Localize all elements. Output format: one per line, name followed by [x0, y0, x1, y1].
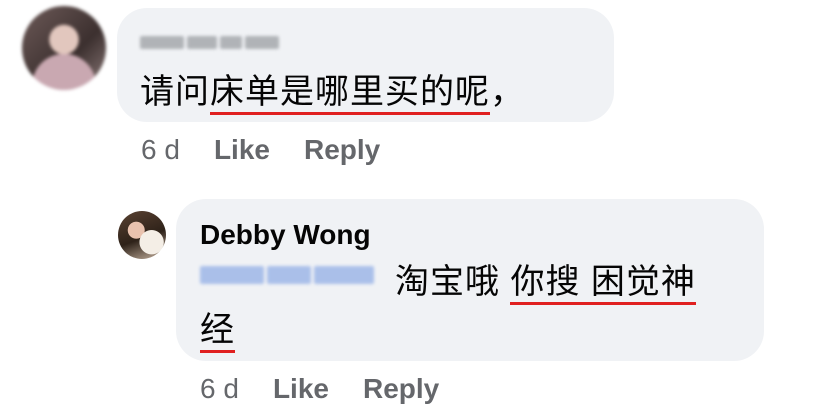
comment-text-suffix: ，	[490, 73, 525, 111]
reply-text-highlight: 你搜 困觉神	[510, 263, 696, 305]
reply-button[interactable]: Reply	[304, 134, 380, 166]
reply-text-line1: 淘宝哦 你搜 困觉神	[395, 262, 696, 305]
comment-text-prefix: 请问	[140, 73, 210, 111]
reply-text-plain: 淘宝哦	[395, 263, 511, 301]
mention-tag-blurred[interactable]	[200, 266, 374, 284]
like-button[interactable]: Like	[273, 373, 329, 405]
reply-text-highlight-2: 经	[200, 311, 235, 353]
commenter-name-blurred[interactable]	[140, 36, 279, 49]
comment-actions: 6 d Like Reply	[141, 134, 414, 166]
reply-button[interactable]: Reply	[363, 373, 439, 405]
reply-author-name[interactable]: Debby Wong	[200, 219, 371, 251]
reply-timestamp[interactable]: 6 d	[200, 373, 239, 405]
comment-text-highlight: 床单是哪里买的呢	[210, 73, 490, 115]
comment-text: 请问床单是哪里买的呢，	[140, 72, 525, 115]
commenter-avatar[interactable]	[22, 6, 106, 90]
reply-author-avatar[interactable]	[118, 211, 166, 259]
comment-timestamp[interactable]: 6 d	[141, 134, 180, 166]
reply-text-line2: 经	[200, 310, 235, 353]
like-button[interactable]: Like	[214, 134, 270, 166]
reply-actions: 6 d Like Reply	[200, 373, 473, 405]
